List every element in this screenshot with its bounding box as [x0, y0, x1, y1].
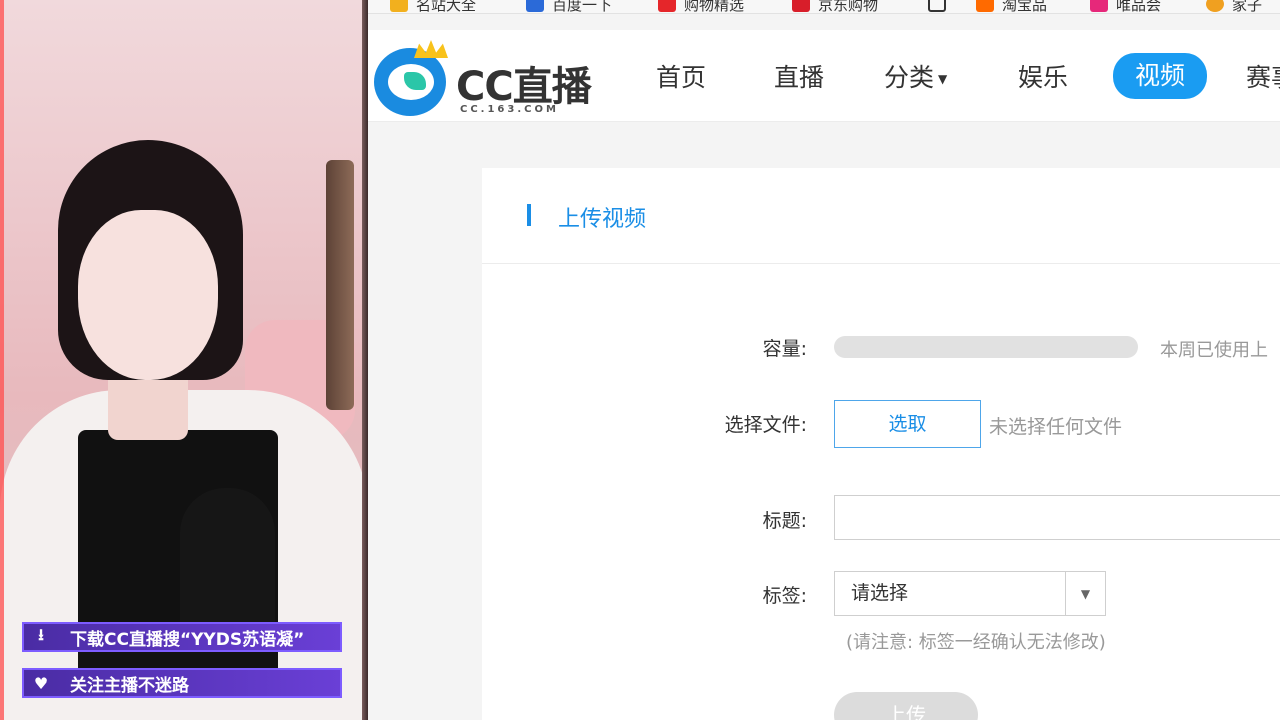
- bookmark-baidu[interactable]: 百度一下: [526, 0, 613, 14]
- title-input[interactable]: [834, 495, 1280, 540]
- bookmark-label: 家子: [1232, 0, 1263, 14]
- choose-file-button[interactable]: 选取: [834, 400, 981, 448]
- heart-icon: ♥: [33, 673, 49, 693]
- capacity-bar: [834, 336, 1138, 358]
- crown-icon: [414, 40, 448, 58]
- title-label: 标题:: [762, 510, 807, 532]
- download-banner: ⭳ 下载CC直播搜“YYDS苏语凝”: [22, 622, 342, 652]
- upload-card: 上传视频 容量: 本周已使用上 选择文件: 选取 未选择任何文件 标题: 标签:…: [482, 168, 1280, 720]
- chevron-down-icon: ▼: [938, 72, 948, 86]
- nav-live[interactable]: 直播: [774, 58, 824, 98]
- capacity-note: 本周已使用上: [1160, 340, 1268, 361]
- bookmark-label: 购物精选: [684, 0, 745, 14]
- nav-entertainment[interactable]: 娱乐: [1018, 58, 1068, 98]
- download-banner-text: 下载CC直播搜“YYDS苏语凝”: [70, 629, 305, 650]
- webcam-feed: ⭳ 下载CC直播搜“YYDS苏语凝” ♥ 关注主播不迷路: [0, 0, 368, 720]
- bookmark-label: 名站大全: [416, 0, 477, 14]
- bookmark-icon: [928, 0, 946, 12]
- bookmark-icon: [390, 0, 408, 12]
- bookmark-taobao[interactable]: 淘宝品: [976, 0, 1048, 14]
- bookmark-icon: [1090, 0, 1108, 12]
- nav-events[interactable]: 赛事: [1246, 58, 1280, 98]
- bookmark-icon: [658, 0, 676, 12]
- guitar: [326, 160, 354, 410]
- bookmark-label: 淘宝品: [1002, 0, 1048, 14]
- tag-note: (请注意: 标签一经确认无法修改): [846, 632, 1106, 653]
- bookmark-jiazi[interactable]: 家子: [1206, 0, 1263, 14]
- follow-banner-text: 关注主播不迷路: [70, 675, 189, 696]
- upload-header: 上传视频: [482, 168, 1280, 264]
- tag-select[interactable]: 请选择 ▼: [834, 571, 1106, 616]
- nav-video[interactable]: 视频: [1113, 53, 1208, 99]
- frame-edge: [0, 0, 4, 720]
- logo-domain: CC.163.COM: [460, 104, 559, 115]
- nav-category[interactable]: 分类 ▼: [884, 58, 947, 98]
- nav-home[interactable]: 首页: [656, 58, 706, 98]
- site-header: CC直播 CC.163.COM 首页 直播 分类▼ 娱乐 视频 赛事: [368, 30, 1280, 122]
- bookmark-icon: [1206, 0, 1224, 12]
- tag-select-value: 请选择: [851, 582, 909, 604]
- bookmarks-bar: 名站大全 百度一下 购物精选 京东购物 淘宝品 唯品会 家子: [368, 0, 1280, 14]
- upload-title: 上传视频: [558, 207, 647, 232]
- chevron-down-icon[interactable]: ▼: [1065, 572, 1105, 615]
- nav-category-label: 分类: [884, 63, 935, 92]
- capacity-label: 容量:: [762, 338, 807, 360]
- bookmark-icon: [526, 0, 544, 12]
- follow-banner: ♥ 关注主播不迷路: [22, 668, 342, 698]
- bookmark-vip[interactable]: 唯品会: [1090, 0, 1162, 14]
- cc-logo[interactable]: CC直播 CC.163.COM: [374, 40, 594, 116]
- upload-button[interactable]: 上传: [834, 692, 978, 720]
- title-accent-bar: [527, 204, 531, 226]
- bookmark-icon: [976, 0, 994, 12]
- bookmark-blank[interactable]: [928, 0, 954, 13]
- bookmark-mingzhan[interactable]: 名站大全: [390, 0, 477, 14]
- tag-label: 标签:: [762, 585, 807, 607]
- download-icon: ⭳: [38, 624, 44, 644]
- bookmark-icon: [792, 0, 810, 12]
- bookmark-label: 百度一下: [552, 0, 613, 14]
- streamer-face: [78, 210, 218, 380]
- browser-window: 名站大全 百度一下 购物精选 京东购物 淘宝品 唯品会 家子 CC直播 CC.1…: [368, 0, 1280, 720]
- bookmark-label: 唯品会: [1116, 0, 1162, 14]
- file-status: 未选择任何文件: [989, 416, 1123, 438]
- file-label: 选择文件:: [724, 414, 807, 436]
- bookmark-label: 京东购物: [818, 0, 879, 14]
- bookmark-shopping[interactable]: 购物精选: [658, 0, 745, 14]
- bookmark-jd[interactable]: 京东购物: [792, 0, 879, 14]
